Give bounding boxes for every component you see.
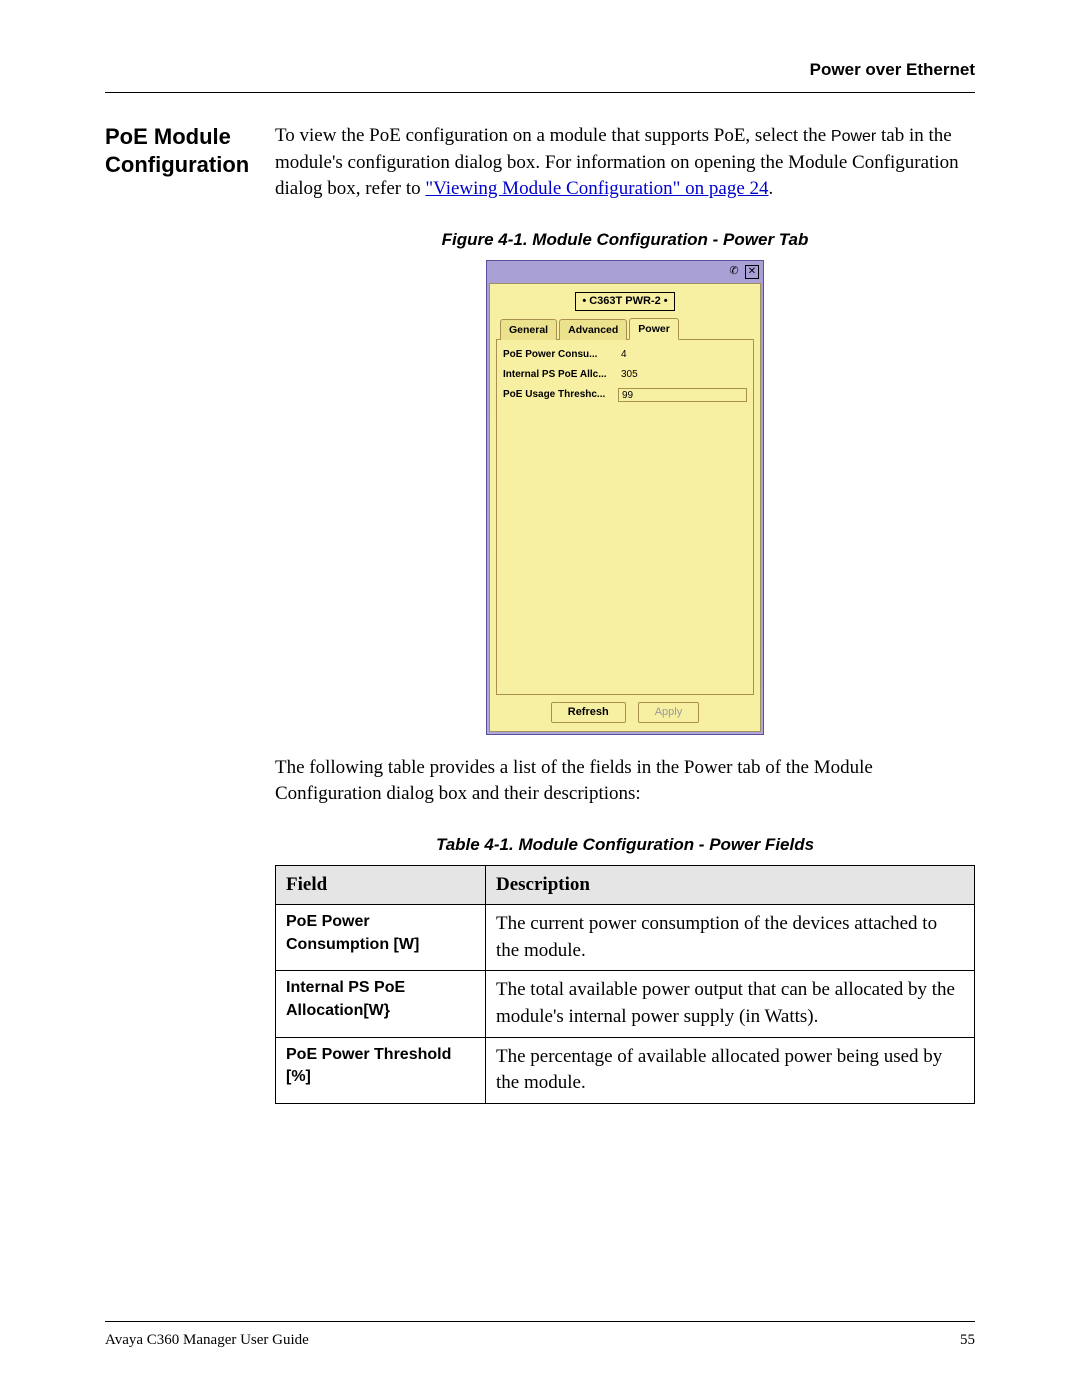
table-cell-desc: The total available power output that ca… bbox=[486, 971, 975, 1037]
dialog-button-row: Refresh Apply bbox=[496, 701, 754, 725]
tab-body: PoE Power Consu... 4 Internal PS PoE All… bbox=[496, 340, 754, 695]
field-value-input[interactable]: 99 bbox=[618, 388, 747, 402]
page-footer: Avaya C360 Manager User Guide 55 bbox=[105, 1321, 975, 1349]
intro-text-1: To view the PoE configuration on a modul… bbox=[275, 125, 831, 146]
field-row-poe-usage-threshold: PoE Usage Threshc... 99 bbox=[503, 388, 747, 402]
footer-page-number: 55 bbox=[960, 1332, 975, 1349]
footer-left: Avaya C360 Manager User Guide bbox=[105, 1332, 309, 1349]
table-cell-desc: The percentage of available allocated po… bbox=[486, 1037, 975, 1103]
cross-reference-link[interactable]: "Viewing Module Configuration" on page 2… bbox=[425, 178, 768, 199]
tab-general[interactable]: General bbox=[500, 319, 557, 340]
table-header-field: Field bbox=[276, 865, 486, 905]
intro-paragraph: To view the PoE configuration on a modul… bbox=[275, 123, 975, 203]
field-label: PoE Power Consu... bbox=[503, 348, 618, 362]
page-header-title: Power over Ethernet bbox=[105, 60, 975, 80]
figure-caption: Figure 4-1. Module Configuration - Power… bbox=[275, 228, 975, 252]
device-label-wrap: • C363T PWR-2 • bbox=[496, 292, 754, 311]
section-title: PoE Module Configuration bbox=[105, 123, 275, 178]
table-caption: Table 4-1. Module Configuration - Power … bbox=[275, 833, 975, 857]
table-cell-field: Internal PS PoE Allocation[W} bbox=[276, 971, 486, 1037]
device-label: • C363T PWR-2 • bbox=[575, 292, 674, 311]
table-row: Internal PS PoE Allocation[W} The total … bbox=[276, 971, 975, 1037]
dialog-panel: • C363T PWR-2 • General Advanced Power P… bbox=[489, 283, 761, 732]
table-row: PoE Power Threshold [%] The percentage o… bbox=[276, 1037, 975, 1103]
tab-advanced[interactable]: Advanced bbox=[559, 319, 627, 340]
tab-power[interactable]: Power bbox=[629, 318, 679, 340]
field-row-poe-power-consumption: PoE Power Consu... 4 bbox=[503, 348, 747, 362]
table-intro-paragraph: The following table provides a list of t… bbox=[275, 755, 975, 808]
dialog-titlebar: ✆ ✕ bbox=[489, 263, 761, 283]
dialog-tabs: General Advanced Power bbox=[496, 317, 754, 340]
table-header-description: Description bbox=[486, 865, 975, 905]
power-tab-word: Power bbox=[831, 128, 876, 145]
table-cell-desc: The current power consumption of the dev… bbox=[486, 905, 975, 971]
field-label: Internal PS PoE Allc... bbox=[503, 368, 618, 382]
intro-period: . bbox=[769, 178, 774, 199]
header-rule bbox=[105, 92, 975, 93]
table-cell-field: PoE Power Consumption [W] bbox=[276, 905, 486, 971]
table-cell-field: PoE Power Threshold [%] bbox=[276, 1037, 486, 1103]
apply-button[interactable]: Apply bbox=[638, 702, 700, 723]
power-fields-table: Field Description PoE Power Consumption … bbox=[275, 865, 975, 1104]
close-icon[interactable]: ✕ bbox=[745, 265, 759, 279]
field-row-internal-ps-poe: Internal PS PoE Allc... 305 bbox=[503, 368, 747, 382]
help-icon[interactable]: ✆ bbox=[727, 265, 741, 279]
field-label: PoE Usage Threshc... bbox=[503, 388, 618, 402]
table-row: PoE Power Consumption [W] The current po… bbox=[276, 905, 975, 971]
footer-rule bbox=[105, 1321, 975, 1322]
refresh-button[interactable]: Refresh bbox=[551, 702, 626, 723]
field-value: 305 bbox=[618, 368, 747, 382]
module-config-dialog: ✆ ✕ • C363T PWR-2 • General Advanced Pow… bbox=[486, 260, 764, 735]
field-value: 4 bbox=[618, 348, 747, 362]
